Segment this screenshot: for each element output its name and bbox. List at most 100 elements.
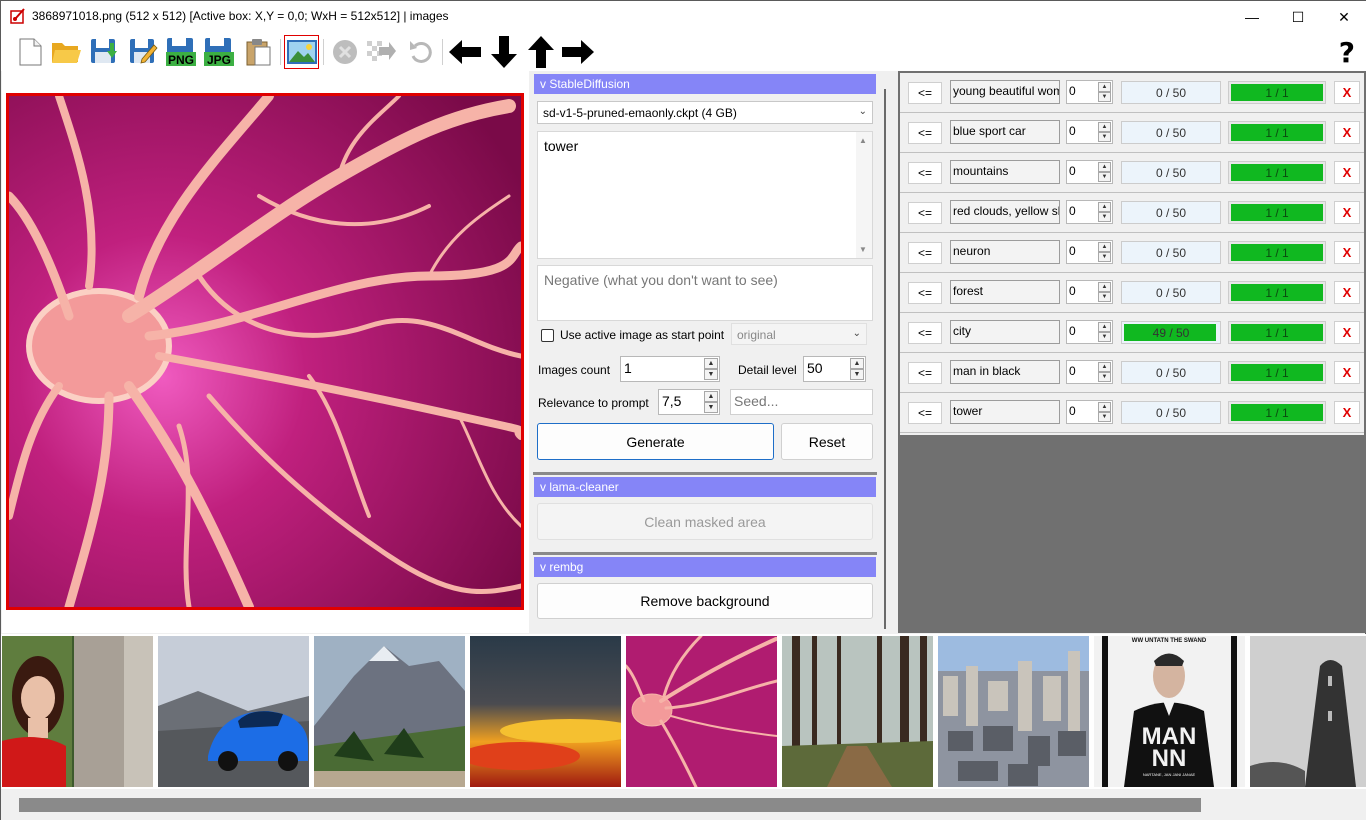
stepper-down-icon[interactable]: ▼ — [1098, 332, 1111, 342]
active-image-neuron[interactable] — [6, 93, 524, 610]
thumbnail-scrollbar[interactable] — [1, 789, 1366, 820]
thumbnail-mountains[interactable] — [314, 636, 465, 787]
delete-queue-item-button[interactable]: X — [1334, 201, 1360, 224]
stepper-down-icon[interactable]: ▼ — [1098, 172, 1111, 182]
stepper-up-icon[interactable]: ▲ — [704, 358, 718, 369]
minimize-button[interactable]: — — [1229, 1, 1275, 33]
delete-queue-item-button[interactable]: X — [1334, 281, 1360, 304]
arrow-up-icon[interactable] — [524, 35, 558, 69]
stepper-up-icon[interactable]: ▲ — [1098, 162, 1111, 172]
thumbnail-woman-in-red[interactable] — [2, 636, 153, 787]
scrollbar-thumb[interactable] — [19, 798, 1201, 812]
queue-prompt[interactable]: mountains — [950, 160, 1060, 184]
reset-button[interactable]: Reset — [781, 423, 873, 460]
detail-level-stepper[interactable]: 50 ▲ ▼ — [803, 356, 866, 382]
thumbnail-forest[interactable] — [782, 636, 933, 787]
stepper-down-icon[interactable]: ▼ — [1098, 412, 1111, 422]
restore-prompt-button[interactable]: <= — [908, 402, 942, 424]
delete-queue-item-button[interactable]: X — [1334, 361, 1360, 384]
close-button[interactable]: ✕ — [1321, 1, 1366, 33]
thumbnail-tower[interactable] — [1250, 636, 1366, 787]
lama-cleaner-header[interactable]: v lama-cleaner — [534, 477, 876, 497]
stepper-down-icon[interactable]: ▼ — [1098, 372, 1111, 382]
delete-queue-item-button[interactable]: X — [1334, 121, 1360, 144]
queue-count-stepper[interactable]: 0 ▲ ▼ — [1066, 320, 1113, 344]
queue-prompt[interactable]: young beautiful woman — [950, 80, 1060, 104]
delete-queue-item-button[interactable]: X — [1334, 81, 1360, 104]
scroll-down-icon[interactable]: ▼ — [859, 245, 867, 254]
stepper-up-icon[interactable]: ▲ — [850, 358, 864, 369]
stepper-down-icon[interactable]: ▼ — [1098, 212, 1111, 222]
save-png-icon[interactable]: PNG — [164, 35, 198, 69]
restore-prompt-button[interactable]: <= — [908, 362, 942, 384]
start-mode-select[interactable]: original ⌄ — [731, 323, 867, 345]
save-icon[interactable] — [87, 35, 121, 69]
queue-prompt[interactable]: tower — [950, 400, 1060, 424]
stepper-down-icon[interactable]: ▼ — [1098, 292, 1111, 302]
arrow-right-icon[interactable] — [561, 35, 595, 69]
restore-prompt-button[interactable]: <= — [908, 322, 942, 344]
stable-diffusion-header[interactable]: v StableDiffusion — [534, 74, 876, 94]
arrow-down-icon[interactable] — [487, 35, 521, 69]
queue-count-stepper[interactable]: 0 ▲ ▼ — [1066, 120, 1113, 144]
panel-scrollbar[interactable] — [884, 89, 886, 629]
stepper-down-icon[interactable]: ▼ — [850, 369, 864, 380]
restore-prompt-button[interactable]: <= — [908, 82, 942, 104]
images-count-stepper[interactable]: 1 ▲ ▼ — [620, 356, 720, 382]
queue-count-stepper[interactable]: 0 ▲ ▼ — [1066, 200, 1113, 224]
delete-queue-item-button[interactable]: X — [1334, 401, 1360, 424]
delete-queue-item-button[interactable]: X — [1334, 241, 1360, 264]
save-as-icon[interactable] — [126, 35, 160, 69]
stepper-down-icon[interactable]: ▼ — [704, 402, 718, 413]
seed-input[interactable]: Seed... — [730, 389, 873, 415]
image-viewer[interactable] — [2, 71, 529, 633]
queue-prompt[interactable]: red clouds, yellow sky — [950, 200, 1060, 224]
stepper-down-icon[interactable]: ▼ — [704, 369, 718, 380]
queue-prompt[interactable]: neuron — [950, 240, 1060, 264]
rembg-header[interactable]: v rembg — [534, 557, 876, 577]
checker-arrow-icon[interactable] — [364, 35, 398, 69]
stepper-up-icon[interactable]: ▲ — [704, 391, 718, 402]
scroll-up-icon[interactable]: ▲ — [859, 136, 867, 145]
queue-prompt[interactable]: city — [950, 320, 1060, 344]
clean-masked-area-button[interactable]: Clean masked area — [537, 503, 873, 540]
queue-prompt[interactable]: blue sport car — [950, 120, 1060, 144]
queue-count-stepper[interactable]: 0 ▲ ▼ — [1066, 160, 1113, 184]
restore-prompt-button[interactable]: <= — [908, 122, 942, 144]
stepper-up-icon[interactable]: ▲ — [1098, 322, 1111, 332]
stepper-up-icon[interactable]: ▲ — [1098, 242, 1111, 252]
queue-count-stepper[interactable]: 0 ▲ ▼ — [1066, 400, 1113, 424]
thumbnail-red-clouds-yellow-sky[interactable] — [470, 636, 621, 787]
stepper-up-icon[interactable]: ▲ — [1098, 282, 1111, 292]
restore-prompt-button[interactable]: <= — [908, 202, 942, 224]
prompt-scrollbar[interactable]: ▲ ▼ — [856, 132, 872, 258]
delete-queue-item-button[interactable]: X — [1334, 161, 1360, 184]
thumbnail-neuron[interactable] — [626, 636, 777, 787]
cancel-icon[interactable] — [328, 35, 362, 69]
queue-prompt[interactable]: forest — [950, 280, 1060, 304]
stepper-up-icon[interactable]: ▲ — [1098, 122, 1111, 132]
restore-prompt-button[interactable]: <= — [908, 242, 942, 264]
thumbnail-man-in-black-poster[interactable]: WW UNTATN THE SWAND MAN NN NARTANE, JAN … — [1094, 636, 1245, 787]
stepper-up-icon[interactable]: ▲ — [1098, 202, 1111, 212]
delete-queue-item-button[interactable]: X — [1334, 321, 1360, 344]
restore-prompt-button[interactable]: <= — [908, 162, 942, 184]
remove-background-button[interactable]: Remove background — [537, 583, 873, 619]
open-folder-icon[interactable] — [49, 35, 83, 69]
image-icon[interactable] — [284, 35, 319, 69]
restore-prompt-button[interactable]: <= — [908, 282, 942, 304]
generate-button[interactable]: Generate — [537, 423, 774, 460]
clipboard-icon[interactable] — [241, 35, 275, 69]
arrow-left-icon[interactable] — [448, 35, 482, 69]
save-jpg-icon[interactable]: JPG — [202, 35, 236, 69]
stepper-up-icon[interactable]: ▲ — [1098, 402, 1111, 412]
queue-count-stepper[interactable]: 0 ▲ ▼ — [1066, 280, 1113, 304]
negative-prompt-textarea[interactable]: Negative (what you don't want to see) — [537, 265, 873, 321]
queue-count-stepper[interactable]: 0 ▲ ▼ — [1066, 80, 1113, 104]
stepper-down-icon[interactable]: ▼ — [1098, 92, 1111, 102]
help-icon[interactable]: ? — [1339, 36, 1355, 69]
queue-prompt[interactable]: man in black — [950, 360, 1060, 384]
stepper-up-icon[interactable]: ▲ — [1098, 82, 1111, 92]
thumbnail-blue-sport-car[interactable] — [158, 636, 309, 787]
thumbnail-city[interactable] — [938, 636, 1089, 787]
